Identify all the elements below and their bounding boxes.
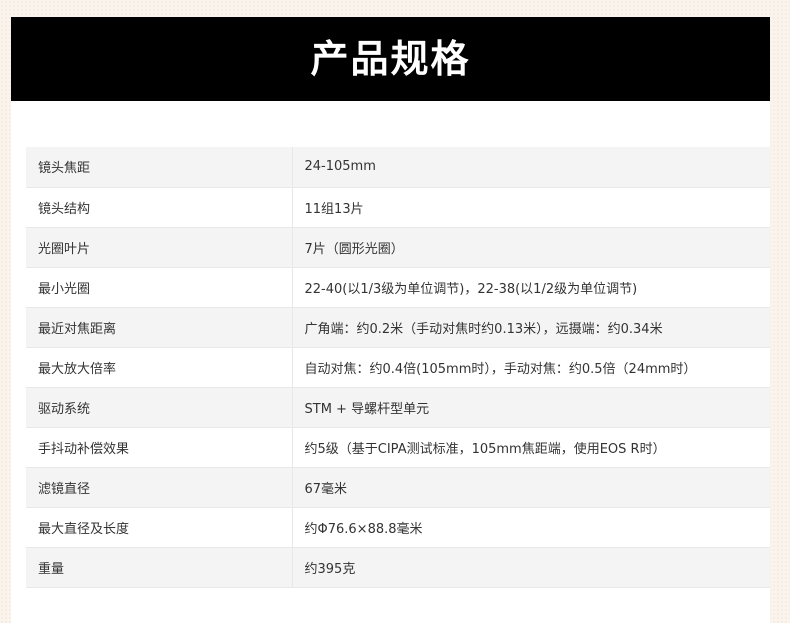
- spec-value: 自动对焦：约0.4倍(105mm时），手动对焦：约0.5倍（24mm时）: [292, 347, 770, 388]
- table-row: 光圈叶片 7片（圆形光圈）: [26, 227, 770, 268]
- table-row: 最大放大倍率 自动对焦：约0.4倍(105mm时），手动对焦：约0.5倍（24m…: [26, 347, 770, 388]
- spec-label: 滤镜直径: [26, 467, 293, 508]
- spec-value: 约Φ76.6×88.8毫米: [292, 507, 770, 548]
- table-row: 最近对焦距离 广角端：约0.2米（手动对焦时约0.13米），远摄端：约0.34米: [26, 307, 770, 348]
- spec-label: 镜头结构: [26, 187, 293, 228]
- table-row: 滤镜直径 67毫米: [26, 467, 770, 508]
- table-row: 镜头焦距 24-105mm: [26, 147, 770, 188]
- spec-label: 最大直径及长度: [26, 507, 293, 548]
- spec-label: 重量: [26, 547, 293, 588]
- spec-panel: 产品规格 镜头焦距 24-105mm 镜头结构 11组13片 光圈叶片 7片（圆…: [11, 17, 770, 623]
- spec-value: 约5级（基于CIPA测试标准，105mm焦距端，使用EOS R时）: [292, 427, 770, 468]
- table-row: 驱动系统 STM + 导螺杆型单元: [26, 387, 770, 428]
- spec-value: 24-105mm: [292, 147, 770, 188]
- spec-value: 22-40(以1/3级为单位调节)，22-38(以1/2级为单位调节): [292, 267, 770, 308]
- spec-value: 广角端：约0.2米（手动对焦时约0.13米），远摄端：约0.34米: [292, 307, 770, 348]
- table-row: 手抖动补偿效果 约5级（基于CIPA测试标准，105mm焦距端，使用EOS R时…: [26, 427, 770, 468]
- table-row: 最大直径及长度 约Φ76.6×88.8毫米: [26, 507, 770, 548]
- spec-label: 最近对焦距离: [26, 307, 293, 348]
- table-row: 重量 约395克: [26, 547, 770, 588]
- spec-value: 7片（圆形光圈）: [292, 227, 770, 268]
- spec-label: 驱动系统: [26, 387, 293, 428]
- table-row: 镜头结构 11组13片: [26, 187, 770, 228]
- spec-label: 最大放大倍率: [26, 347, 293, 388]
- spec-value: 约395克: [292, 547, 770, 588]
- spec-label: 光圈叶片: [26, 227, 293, 268]
- spec-label: 手抖动补偿效果: [26, 427, 293, 468]
- spec-value: STM + 导螺杆型单元: [292, 387, 770, 428]
- spec-label: 镜头焦距: [26, 147, 293, 188]
- table-row: 最小光圈 22-40(以1/3级为单位调节)，22-38(以1/2级为单位调节): [26, 267, 770, 308]
- page-title: 产品规格: [310, 37, 471, 81]
- spec-value: 11组13片: [292, 187, 770, 228]
- spec-value: 67毫米: [292, 467, 770, 508]
- spec-table: 镜头焦距 24-105mm 镜头结构 11组13片 光圈叶片 7片（圆形光圈） …: [26, 147, 770, 588]
- spec-label: 最小光圈: [26, 267, 293, 308]
- title-banner: 产品规格: [11, 17, 770, 101]
